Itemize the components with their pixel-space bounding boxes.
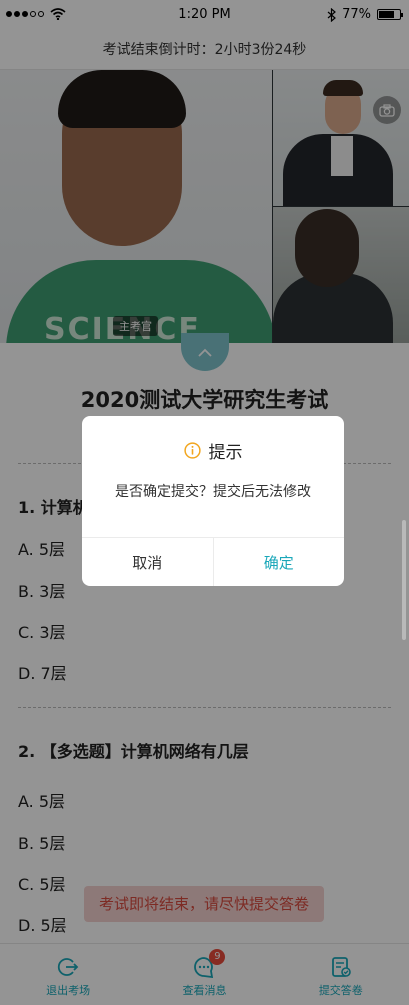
confirm-submit-dialog: 提示 是否确定提交？提交后无法修改 取消 确定 bbox=[82, 416, 344, 586]
info-icon bbox=[183, 442, 201, 459]
dialog-title: 提示 bbox=[208, 443, 243, 463]
dialog-message: 是否确定提交？提交后无法修改 bbox=[115, 484, 311, 500]
dialog-actions: 取消 确定 bbox=[82, 537, 344, 586]
confirm-button[interactable]: 确定 bbox=[214, 538, 345, 586]
cancel-button[interactable]: 取消 bbox=[82, 538, 214, 586]
dialog-header: 提示 bbox=[82, 438, 344, 463]
scrollbar[interactable] bbox=[402, 520, 406, 640]
